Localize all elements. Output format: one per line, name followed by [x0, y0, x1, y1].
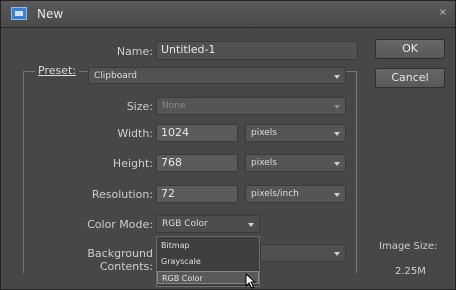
preset-value: Clipboard: [94, 71, 137, 81]
resolution-unit-select[interactable]: pixels/inch: [245, 185, 346, 203]
height-unit-select[interactable]: pixels: [245, 154, 346, 172]
background-contents-label: Background Contents:: [87, 247, 153, 273]
size-select[interactable]: None: [156, 97, 346, 115]
color-mode-value: RGB Color: [162, 219, 208, 229]
cancel-button[interactable]: Cancel: [375, 68, 445, 88]
size-value: None: [162, 101, 186, 111]
resolution-unit-value: pixels/inch: [251, 189, 299, 199]
background-contents-select[interactable]: [260, 244, 346, 262]
title-bar[interactable]: New ×: [1, 1, 455, 28]
name-label: Name:: [116, 45, 153, 58]
preset-label: Preset:: [35, 64, 80, 77]
height-label: Height:: [112, 157, 153, 170]
resolution-input[interactable]: 72: [156, 185, 238, 203]
color-mode-label: Color Mode:: [87, 218, 153, 231]
width-unit-select[interactable]: pixels: [245, 124, 346, 142]
image-size-label: Image Size:: [379, 241, 438, 252]
chevron-down-icon: [334, 252, 340, 256]
dropdown-option-rgb-color[interactable]: RGB Color: [157, 271, 259, 284]
name-input[interactable]: Untitled-1: [156, 41, 358, 60]
width-unit-value: pixels: [251, 128, 277, 138]
app-icon: [11, 7, 27, 20]
color-mode-select[interactable]: RGB Color: [156, 215, 260, 233]
chevron-down-icon: [334, 193, 340, 197]
new-document-dialog: New × Name: Untitled-1 Preset: Clipboard…: [0, 0, 456, 290]
chevron-down-icon: [334, 75, 340, 79]
size-label: Size:: [126, 100, 153, 113]
dropdown-option-bitmap[interactable]: Bitmap: [157, 239, 259, 252]
width-label: Width:: [117, 127, 153, 140]
image-size-value: 2.25M: [395, 266, 426, 277]
dialog-title: New: [37, 7, 64, 21]
chevron-down-icon: [334, 105, 340, 109]
mouse-cursor-icon: [245, 273, 257, 289]
resolution-label: Resolution:: [91, 188, 153, 201]
ok-button[interactable]: OK: [375, 39, 445, 59]
chevron-down-icon: [334, 132, 340, 136]
height-unit-value: pixels: [251, 158, 277, 168]
chevron-down-icon: [248, 223, 254, 227]
preset-select[interactable]: Clipboard: [88, 67, 346, 84]
width-input[interactable]: 1024: [156, 124, 238, 142]
close-icon[interactable]: ×: [439, 7, 447, 18]
height-input[interactable]: 768: [156, 154, 238, 172]
dropdown-option-grayscale[interactable]: Grayscale: [157, 255, 259, 268]
chevron-down-icon: [334, 162, 340, 166]
